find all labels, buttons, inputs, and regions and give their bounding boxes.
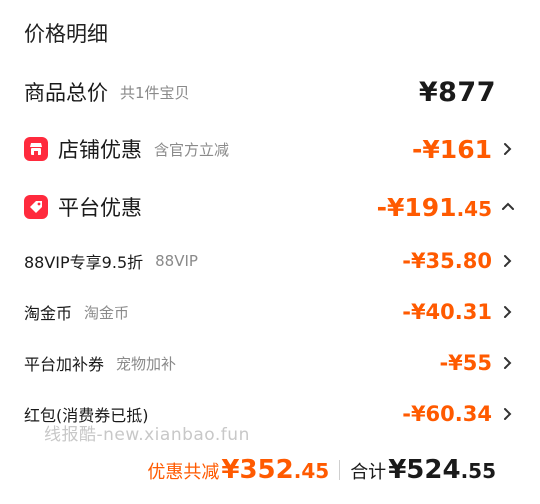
watermark: 线报酷-new.xianbao.fun <box>44 425 250 445</box>
chevron-right-icon[interactable] <box>500 304 516 320</box>
item-label: 平台加补券 <box>24 355 105 374</box>
total-hint: 共1件宝贝 <box>120 83 190 102</box>
item-amount: -¥40.31 <box>402 300 492 324</box>
item-hint: 宠物加补 <box>116 354 177 373</box>
chevron-right-icon[interactable] <box>500 355 516 371</box>
summary-bar: 优惠共减 ¥352.45 合计 ¥524.55 <box>147 455 496 485</box>
total-row: 商品总价 共1件宝贝 ¥877 <box>0 76 540 108</box>
tag-icon <box>24 195 48 219</box>
item-hint: 88VIP <box>155 252 198 270</box>
total-amount: ¥877 <box>418 76 496 108</box>
item-label: 淘金币 <box>24 304 73 323</box>
item-hint: 淘金币 <box>84 303 130 322</box>
list-item[interactable]: 88VIP专享9.5折 88VIP -¥35.80 <box>0 246 540 276</box>
total-label: 商品总价 <box>24 81 108 105</box>
chevron-right-icon[interactable] <box>500 406 516 422</box>
shop-discount-amount: -¥161 <box>412 134 492 164</box>
item-amount: -¥55 <box>439 351 492 375</box>
shop-discount-label: 店铺优惠 <box>58 138 142 162</box>
divider <box>339 460 341 480</box>
discount-total-dec: .45 <box>293 459 330 483</box>
discount-total-main: ¥352 <box>221 455 294 485</box>
list-item[interactable]: 淘金币 淘金币 -¥40.31 <box>0 297 540 327</box>
grand-total-label: 合计 <box>350 462 387 483</box>
platform-discount-amount-dec: .45 <box>456 196 492 221</box>
discount-total-label: 优惠共减 <box>147 462 220 483</box>
grand-total-main: ¥524 <box>388 455 461 485</box>
item-label: 88VIP专享9.5折 <box>24 253 144 272</box>
discount-total-amount: ¥352.45 <box>221 455 329 485</box>
shop-discount-row[interactable]: 店铺优惠 含官方立减 -¥161 <box>0 132 540 166</box>
grand-total-amount: ¥524.55 <box>388 455 496 485</box>
list-item[interactable]: 平台加补券 宠物加补 -¥55 <box>0 348 540 378</box>
item-amount: -¥35.80 <box>402 249 492 273</box>
chevron-up-icon[interactable] <box>500 199 516 215</box>
shop-discount-hint: 含官方立减 <box>154 140 230 159</box>
page-title: 价格明细 <box>24 22 108 46</box>
grand-total-dec: .55 <box>460 459 496 483</box>
chevron-right-icon[interactable] <box>500 253 516 269</box>
platform-discount-amount-main: -¥191 <box>376 192 457 222</box>
platform-discount-label: 平台优惠 <box>58 196 142 220</box>
platform-discount-amount: -¥191.45 <box>377 193 492 222</box>
platform-discount-row[interactable]: 平台优惠 -¥191.45 <box>0 190 540 224</box>
store-icon <box>24 137 48 161</box>
chevron-right-icon[interactable] <box>500 141 516 157</box>
item-amount: -¥60.34 <box>402 402 492 426</box>
